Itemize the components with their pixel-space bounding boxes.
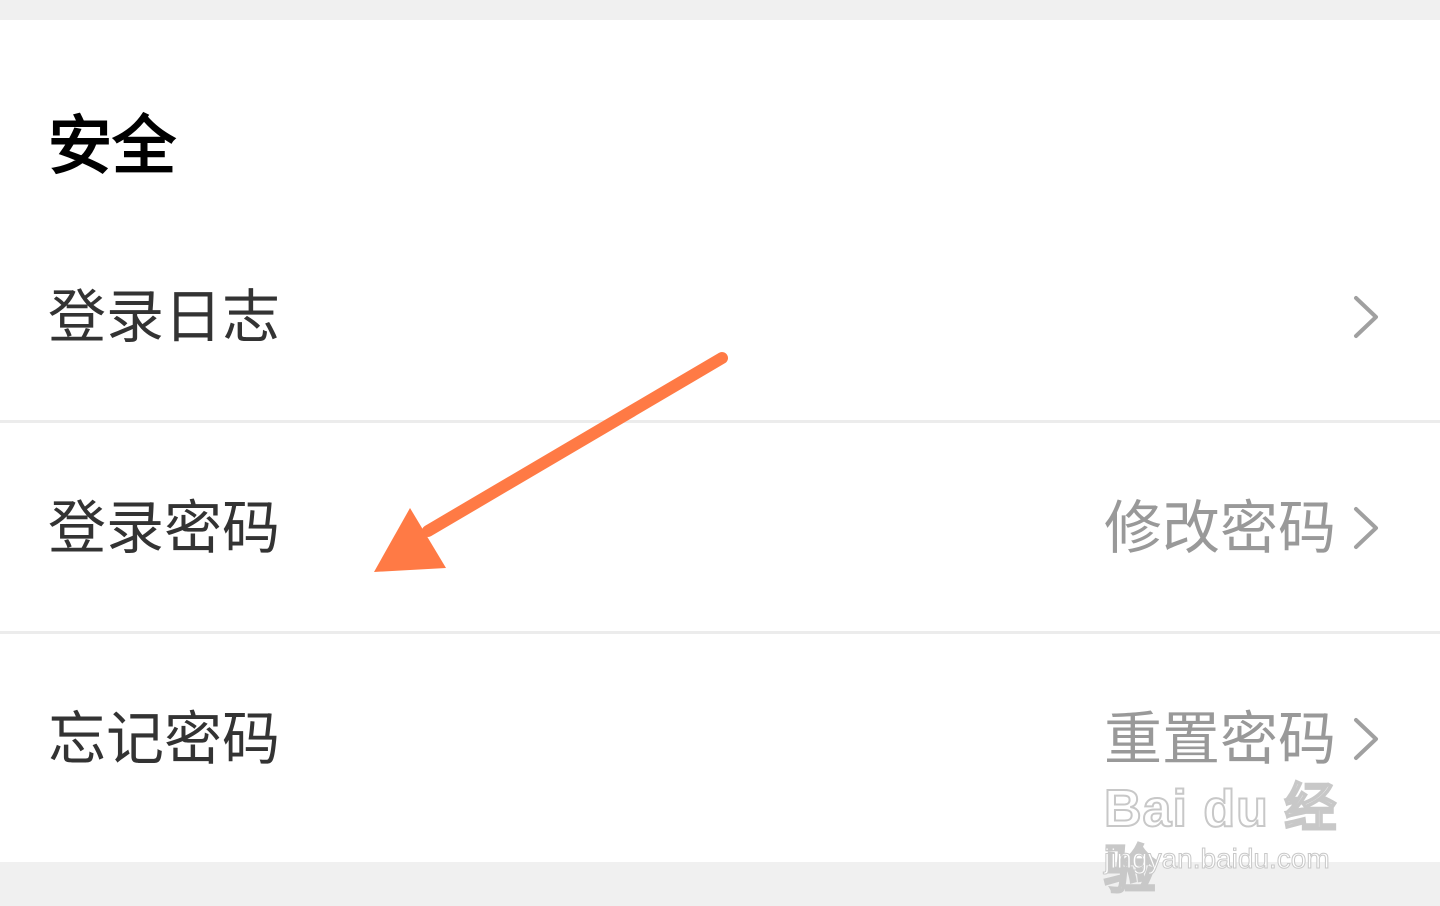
section-title: 安全 bbox=[48, 110, 176, 184]
chevron-right-icon bbox=[1354, 296, 1378, 338]
row-label-forgot-password: 忘记密码 bbox=[48, 705, 281, 773]
row-value-change-password: 修改密码 bbox=[1103, 494, 1336, 562]
watermark-brand: Bai du 经验 bbox=[1103, 779, 1338, 901]
row-label-login-password: 登录密码 bbox=[48, 494, 281, 562]
chevron-right-icon bbox=[1354, 507, 1378, 549]
security-settings-page: 安全 登录日志 登录密码 修改密码 忘记密码 重置密码 Bai du 经验 ji… bbox=[0, 0, 1440, 906]
baidu-jingyan-watermark: Bai du 经验 jingyan.baidu.com bbox=[1103, 778, 1374, 901]
row-login-password[interactable]: 登录密码 修改密码 bbox=[0, 423, 1440, 633]
watermark-url: jingyan.baidu.com bbox=[1104, 843, 1331, 875]
row-login-log[interactable]: 登录日志 bbox=[0, 212, 1440, 422]
chevron-right-icon bbox=[1354, 718, 1378, 760]
row-label-login-log: 登录日志 bbox=[48, 283, 281, 351]
